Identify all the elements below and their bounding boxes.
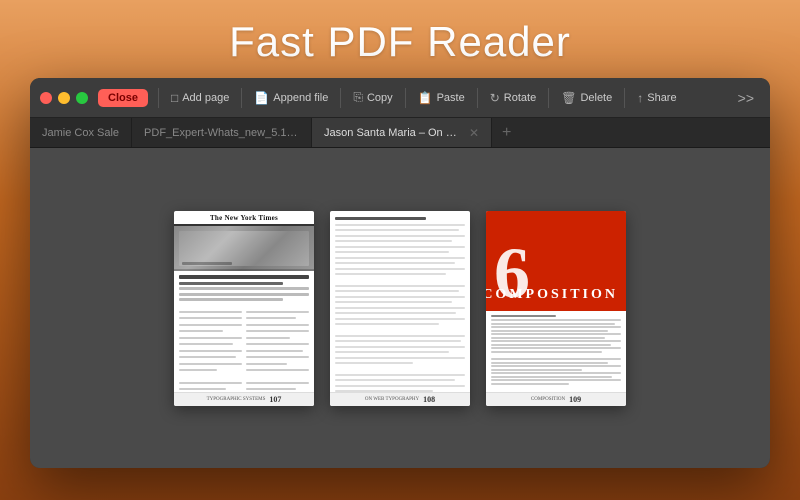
add-page-label: Add page [182,92,229,104]
share-button[interactable]: ↑ Share [629,87,684,109]
pdf-page-109: 6 COMPOSITION [486,211,626,406]
tab-jamie-cox[interactable]: Jamie Cox Sale [30,118,132,147]
rotate-icon: ↻ [490,91,500,105]
page-number-bar-109: COMPOSITION 109 [486,392,626,406]
page-num-107: 107 [269,395,281,404]
separator-3 [340,88,341,108]
tab-pdf-expert[interactable]: PDF_Expert-Whats_new_5.1 EN~ipad [132,118,312,147]
tab-label-3: Jason Santa Maria – On Web Typogra... [324,127,463,139]
paste-icon: 📋 [418,91,433,105]
paste-button[interactable]: 📋 Paste [410,87,473,109]
pdf-page-108: ON WEB TYPOGRAPHY 108 [330,211,470,406]
tab-label-1: Jamie Cox Sale [42,127,119,139]
page-number-bar-107: TYPOGRAPHIC SYSTEMS 107 [174,392,314,406]
pdf-page-107: The New York Times [174,211,314,406]
more-button[interactable]: >> [732,86,760,110]
add-page-icon: □ [171,91,178,105]
tab-add-button[interactable]: + [492,118,521,147]
share-label: Share [647,92,676,104]
append-file-label: Append file [273,92,328,104]
traffic-light-maximize[interactable] [76,92,88,104]
separator-4 [405,88,406,108]
page3-body-text [486,311,626,391]
page2-content [330,211,470,406]
separator-5 [477,88,478,108]
append-file-button[interactable]: 📄 Append file [246,87,336,109]
rotate-button[interactable]: ↻ Rotate [482,87,544,109]
copy-button[interactable]: ⎘ Copy [345,86,400,109]
toolbar: Close □ Add page 📄 Append file ⎘ Copy 📋 … [30,78,770,118]
page-num-109: 109 [569,395,581,404]
page-num-108: 108 [423,395,435,404]
share-icon: ↑ [637,91,643,105]
newspaper-header: The New York Times [174,211,314,226]
chapter-banner: 6 COMPOSITION [486,211,626,311]
delete-icon: 🗑 [561,91,576,105]
separator-1 [158,88,159,108]
newspaper-image [174,226,314,271]
text-lines-top [174,271,314,308]
app-title: Fast PDF Reader [229,18,571,66]
rotate-label: Rotate [504,92,536,104]
delete-button[interactable]: 🗑 Delete [553,87,620,109]
tab-close-icon[interactable]: ✕ [469,126,479,140]
delete-label: Delete [580,92,612,104]
tab-label-2: PDF_Expert-Whats_new_5.1 EN~ipad [144,127,299,139]
append-file-icon: 📄 [254,91,269,105]
copy-label: Copy [367,92,393,104]
app-window: Close □ Add page 📄 Append file ⎘ Copy 📋 … [30,78,770,468]
copy-icon: ⎘ [353,90,363,105]
traffic-light-close[interactable] [40,92,52,104]
page-subtitle-109: COMPOSITION [531,397,565,402]
paste-label: Paste [437,92,465,104]
separator-2 [241,88,242,108]
chapter-title: COMPOSITION [486,287,618,303]
page-subtitle-108: ON WEB TYPOGRAPHY [365,397,419,402]
add-page-button[interactable]: □ Add page [163,87,237,109]
tabs-bar: Jamie Cox Sale PDF_Expert-Whats_new_5.1 … [30,118,770,148]
nyt-title: The New York Times [178,214,310,222]
page-subtitle-107: TYPOGRAPHIC SYSTEMS [207,397,266,402]
separator-6 [548,88,549,108]
tab-jason-santa-maria[interactable]: Jason Santa Maria – On Web Typogra... ✕ [312,118,492,147]
separator-7 [624,88,625,108]
traffic-lights [40,92,88,104]
page-number-bar-108: ON WEB TYPOGRAPHY 108 [330,392,470,406]
content-area: The New York Times [30,148,770,468]
traffic-light-minimize[interactable] [58,92,70,104]
close-button[interactable]: Close [98,89,148,107]
